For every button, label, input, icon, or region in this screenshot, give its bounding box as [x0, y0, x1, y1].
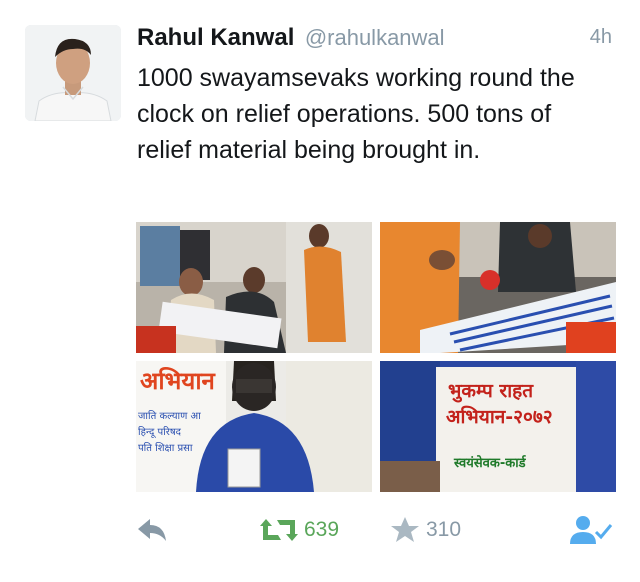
- favorite-button[interactable]: 310: [390, 510, 461, 550]
- card-title: भुकम्प राहत: [448, 380, 534, 403]
- retweet-button[interactable]: 639: [260, 510, 339, 550]
- tweet-header: Rahul Kanwal @rahulkanwal 4h: [137, 24, 616, 56]
- tweet-actions: 639 310: [136, 510, 616, 550]
- media-photo-3[interactable]: अभियान जाति कल्याण आ हिन्दू परिषद पति शि…: [136, 361, 372, 492]
- tweet-timestamp[interactable]: 4h: [590, 26, 612, 49]
- follow-button[interactable]: [568, 510, 614, 550]
- banner-line-2: हिन्दू परिषद: [138, 426, 182, 438]
- card-footer: स्वयंसेवक-कार्ड: [453, 455, 527, 471]
- favorite-count: 310: [426, 518, 462, 541]
- avatar[interactable]: [25, 25, 121, 121]
- media-grid: अभियान जाति कल्याण आ हिन्दू परिषद पति शि…: [136, 222, 616, 492]
- banner-line-1: जाति कल्याण आ: [138, 410, 202, 422]
- retweet-icon: [260, 519, 298, 541]
- media-photo-2[interactable]: [380, 222, 616, 353]
- user-handle[interactable]: @rahulkanwal: [305, 25, 445, 50]
- card-subtitle: अभियान-२०७२: [446, 405, 553, 428]
- retweet-count: 639: [304, 518, 340, 541]
- avatar-photo: [25, 25, 121, 121]
- follow-user-icon: [570, 516, 613, 544]
- tweet-text: 1000 swayamsevaks working round the cloc…: [137, 64, 575, 164]
- star-icon: [391, 517, 419, 542]
- tweet-card: Rahul Kanwal @rahulkanwal 4h 1000 swayam…: [0, 0, 640, 582]
- reply-button[interactable]: [136, 510, 170, 550]
- reply-icon: [138, 519, 166, 541]
- media-photo-4[interactable]: भुकम्प राहत अभियान-२०७२ स्वयंसेवक-कार्ड: [380, 361, 616, 492]
- media-photo-1[interactable]: [136, 222, 372, 353]
- banner-heading: अभियान: [140, 367, 217, 395]
- display-name[interactable]: Rahul Kanwal: [137, 24, 294, 51]
- banner-line-3: पति शिक्षा प्रसा: [138, 442, 193, 454]
